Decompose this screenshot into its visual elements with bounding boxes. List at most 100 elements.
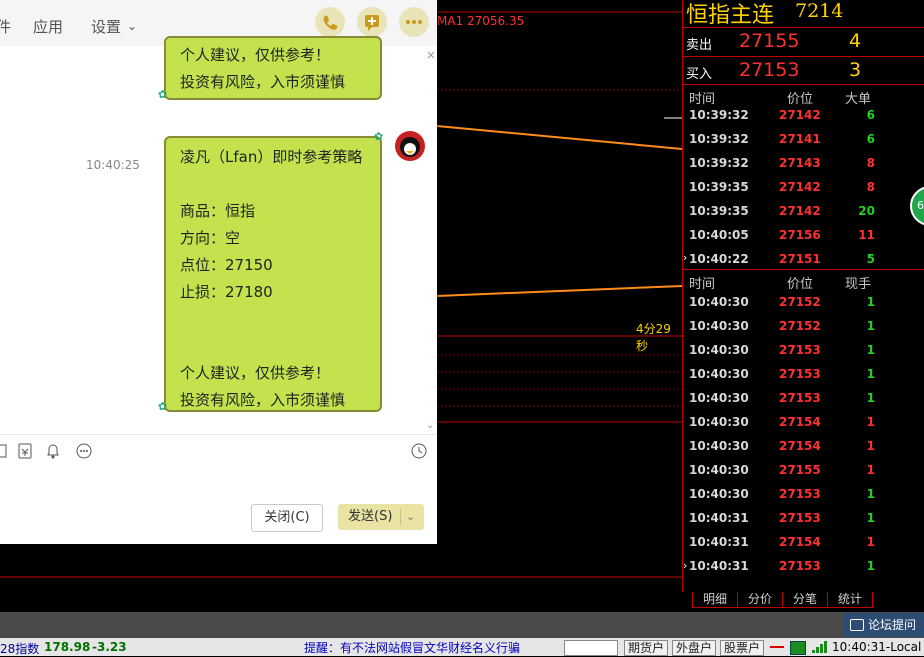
trade-time: 10:40:31 bbox=[689, 535, 749, 549]
trade-row[interactable]: 10:40:31 27153 1 bbox=[683, 507, 924, 531]
menu-settings[interactable]: 设置 bbox=[91, 16, 121, 37]
bubble-decoration-icon: ✿ bbox=[158, 400, 168, 413]
send-button-label: 发送(S) bbox=[348, 509, 393, 524]
tick-header-time: 时间 bbox=[689, 277, 716, 292]
trade-price: 27151 bbox=[779, 252, 821, 266]
contract-code: 7214 bbox=[795, 0, 844, 22]
trade-row[interactable]: 10:40:30 27154 1 bbox=[683, 435, 924, 459]
message-line bbox=[180, 171, 366, 198]
trade-volume: 1 bbox=[866, 463, 875, 477]
phone-call-button[interactable] bbox=[315, 7, 345, 37]
avatar[interactable] bbox=[395, 131, 425, 161]
chevron-down-icon[interactable]: ⌄ bbox=[406, 504, 415, 530]
order-input[interactable] bbox=[564, 640, 618, 656]
trade-price: 27153 bbox=[779, 391, 821, 405]
trade-price: 27154 bbox=[779, 535, 821, 549]
trade-volume: 1 bbox=[866, 487, 875, 501]
history-clock-icon[interactable] bbox=[411, 443, 427, 459]
trade-price: 27153 bbox=[779, 367, 821, 381]
buy-label: 买入 bbox=[686, 67, 713, 82]
trade-row[interactable]: 10:40:30 27153 1 bbox=[683, 387, 924, 411]
menu-file[interactable]: 件 bbox=[0, 16, 11, 37]
trade-price: 27141 bbox=[779, 132, 821, 146]
trade-row[interactable]: 10:40:05 27156 11 bbox=[683, 224, 924, 248]
more-tools-icon[interactable] bbox=[76, 443, 92, 459]
trade-volume: 1 bbox=[866, 415, 875, 429]
chevron-down-icon[interactable]: ⌄ bbox=[127, 19, 137, 33]
trade-volume: 1 bbox=[866, 559, 875, 573]
ma-line-upper bbox=[436, 125, 682, 150]
message-line: 商品：恒指 bbox=[180, 202, 256, 220]
trade-row[interactable]: 10:40:30 27155 1 bbox=[683, 459, 924, 483]
trade-row[interactable]: 10:40:31 27153 1 bbox=[683, 555, 924, 579]
trade-time: 10:40:30 bbox=[689, 391, 749, 405]
trade-price: 27153 bbox=[779, 511, 821, 525]
message-timestamp: 10:40:25 bbox=[86, 158, 140, 172]
trade-volume: 11 bbox=[858, 228, 875, 242]
message-input[interactable] bbox=[0, 469, 437, 499]
bar-countdown: 4分29秒 bbox=[636, 322, 671, 353]
message-bubble: 个人建议，仅供参考！ 投资有风险，入市须谨慎 bbox=[164, 36, 382, 100]
trade-row[interactable]: 10:40:30 27152 1 bbox=[683, 315, 924, 339]
fraud-notice-link[interactable]: 提醒：有不法网站假冒文华财经名义行骗 bbox=[304, 639, 520, 656]
trade-time: 10:40:22 bbox=[689, 252, 749, 266]
tab-ticks[interactable]: 分笔 bbox=[782, 592, 829, 608]
trade-row[interactable]: 10:39:32 27143 8 bbox=[683, 152, 924, 176]
tab-detail[interactable]: 明细 bbox=[692, 592, 739, 608]
send-button[interactable]: 发送(S) ⌄ bbox=[338, 504, 424, 530]
chat-bubble-icon bbox=[849, 619, 864, 631]
trade-row[interactable]: 10:39:35 27142 20 bbox=[683, 200, 924, 224]
trade-row[interactable]: 10:40:30 27152 1 bbox=[683, 291, 924, 315]
folder-icon[interactable] bbox=[0, 443, 8, 459]
trade-row[interactable]: 10:40:30 27154 1 bbox=[683, 411, 924, 435]
trade-volume: 1 bbox=[866, 439, 875, 453]
trade-time: 10:40:30 bbox=[689, 319, 749, 333]
trade-time: 10:40:30 bbox=[689, 367, 749, 381]
trade-row[interactable]: 10:39:32 27141 6 bbox=[683, 128, 924, 152]
floating-badge-text: 6 bbox=[917, 199, 924, 212]
futures-account-button[interactable]: 期货户 bbox=[624, 640, 669, 656]
message-list[interactable]: 个人建议，仅供参考！ 投资有风险，入市须谨慎 ✿ × 10:40:25 凌凡（L… bbox=[0, 36, 437, 434]
bell-icon[interactable] bbox=[45, 443, 61, 459]
trade-row[interactable]: 10:40:30 27153 1 bbox=[683, 339, 924, 363]
trade-volume: 1 bbox=[866, 367, 875, 381]
trade-row[interactable]: 10:40:31 27154 1 bbox=[683, 531, 924, 555]
ma-line-lower bbox=[436, 285, 682, 297]
trade-row[interactable]: 10:40:30 27153 1 bbox=[683, 483, 924, 507]
sell-volume: 4 bbox=[849, 30, 862, 52]
message-bubble-strategy: 凌凡（Lfan）即时参考策略 商品：恒指 方向：空 点位：27150 止损：27180 个… bbox=[164, 136, 382, 412]
stock-account-button[interactable]: 股票户 bbox=[720, 640, 765, 656]
forum-question-button[interactable]: 论坛提问 bbox=[843, 613, 924, 637]
tab-statistics[interactable]: 统计 bbox=[827, 592, 874, 608]
tab-price-split[interactable]: 分价 bbox=[737, 592, 784, 608]
menu-apps[interactable]: 应用 bbox=[33, 16, 63, 37]
bottom-toolbar bbox=[0, 612, 924, 638]
close-button[interactable]: 关闭(C) bbox=[251, 504, 323, 532]
trade-price: 27154 bbox=[779, 415, 821, 429]
forum-question-label: 论坛提问 bbox=[867, 618, 916, 632]
trade-row[interactable]: 10:39:35 27142 8 bbox=[683, 176, 924, 200]
buy-volume: 3 bbox=[849, 59, 862, 81]
message-line: 投资有风险，入市须谨慎 bbox=[180, 391, 346, 409]
trade-time: 10:39:32 bbox=[689, 132, 749, 146]
red-packet-icon[interactable] bbox=[18, 443, 32, 459]
trade-time: 10:40:31 bbox=[689, 511, 749, 525]
more-options-button[interactable] bbox=[399, 7, 429, 37]
penguin-icon bbox=[400, 137, 420, 157]
trade-row[interactable]: 10:40:30 27153 1 bbox=[683, 363, 924, 387]
connection-status-icon bbox=[790, 641, 806, 655]
buy-price: 27153 bbox=[739, 59, 800, 81]
new-message-button[interactable] bbox=[357, 7, 387, 37]
message-line: 个人建议，仅供参考！ bbox=[180, 46, 331, 64]
tick-header-volume: 现手 bbox=[845, 277, 872, 292]
trade-row[interactable]: 10:39:32 27142 6 bbox=[683, 104, 924, 128]
ma-label: MA1 27056.35 bbox=[437, 14, 525, 28]
close-icon[interactable]: × bbox=[426, 48, 436, 62]
trade-price: 27155 bbox=[779, 463, 821, 477]
trade-time: 10:40:30 bbox=[689, 295, 749, 309]
scroll-down-icon[interactable]: ⌄ bbox=[426, 420, 434, 431]
message-line: 止损：27180 bbox=[180, 283, 273, 301]
trade-time: 10:40:30 bbox=[689, 439, 749, 453]
trade-volume: 6 bbox=[866, 132, 875, 146]
foreign-account-button[interactable]: 外盘户 bbox=[672, 640, 717, 656]
